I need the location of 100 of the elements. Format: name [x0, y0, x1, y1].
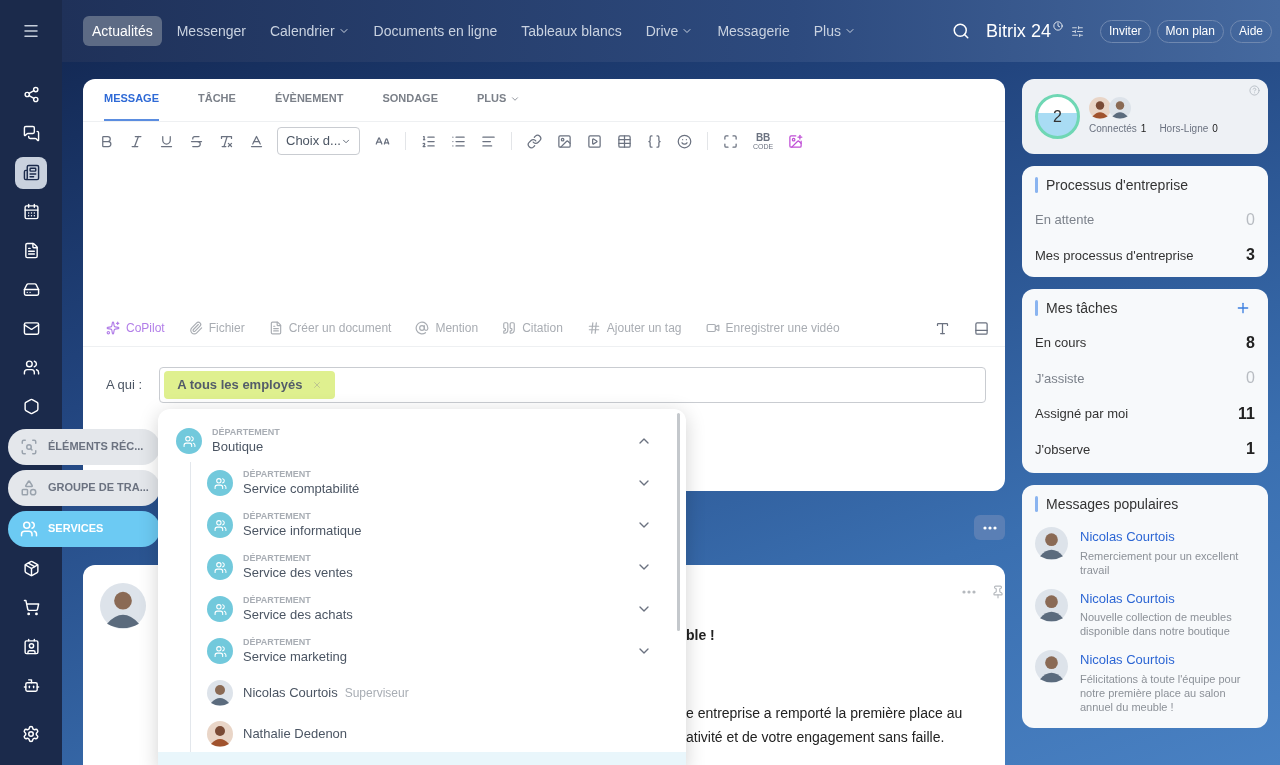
- online-count: 1: [1140, 122, 1147, 136]
- row-count: 1: [1246, 439, 1255, 460]
- people-icon: [22, 359, 40, 376]
- link-icon[interactable]: [527, 133, 542, 149]
- text-format-icon[interactable]: [935, 320, 950, 336]
- row-label[interactable]: J'assiste: [1035, 368, 1085, 388]
- person-role: Superviseur: [344, 684, 409, 702]
- bold-icon[interactable]: [99, 133, 114, 149]
- department-row[interactable]: DÉPARTEMENT Service des ventes: [207, 546, 678, 588]
- sidebar-pill[interactable]: GROUPE DE TRA...: [8, 469, 160, 506]
- author-link[interactable]: Nicolas Courtois: [1080, 527, 1255, 547]
- row-label[interactable]: Assigné par moi: [1035, 404, 1129, 424]
- author-link[interactable]: Nicolas Courtois: [1080, 650, 1255, 670]
- nav-tab[interactable]: Drive: [636, 16, 703, 46]
- paperclip-icon: [188, 321, 203, 335]
- scrollbar[interactable]: [677, 413, 680, 631]
- department-icon: [207, 512, 233, 538]
- sidebar-item[interactable]: [15, 156, 47, 189]
- pin-icon[interactable]: [991, 585, 1006, 599]
- nav-tab[interactable]: Messenger: [167, 16, 255, 46]
- row-label[interactable]: En attente: [1035, 210, 1095, 230]
- nav-tab[interactable]: Plus: [804, 16, 865, 46]
- department-row[interactable]: DÉPARTEMENT Service des achats: [207, 588, 678, 630]
- sidebar-pill[interactable]: ÉLÉMENTS RÉC...: [8, 428, 160, 465]
- clock-icon: [1052, 21, 1063, 31]
- search-icon[interactable]: [951, 22, 970, 40]
- row-label[interactable]: Mes processus d'entreprise: [1035, 245, 1194, 265]
- message-preview[interactable]: Nouvelle collection de meubles disponible dans notre boutique: [1080, 610, 1255, 638]
- bullet-list-icon[interactable]: [451, 133, 466, 149]
- numbered-list-icon[interactable]: [421, 133, 436, 149]
- row-caption: DÉPARTEMENT: [212, 427, 281, 439]
- cart-icon: [22, 599, 40, 616]
- sliders-icon[interactable]: [1070, 24, 1084, 38]
- post-text: ativité et de votre engagement sans faille.: [686, 728, 946, 747]
- recipients-field[interactable]: A tous les employés: [159, 367, 986, 403]
- hash-icon: [586, 321, 601, 335]
- add-icon[interactable]: [1235, 300, 1251, 316]
- nav-tab[interactable]: Messagerie: [708, 16, 799, 46]
- person-row[interactable]: Nicolas Courtois Superviseur: [207, 672, 678, 713]
- message-preview[interactable]: Remerciement pour un excellent travail: [1080, 548, 1255, 577]
- nav-tab[interactable]: Tableaux blancs: [512, 16, 631, 46]
- recipient-chip[interactable]: A tous les employés: [164, 371, 336, 399]
- panel-icon[interactable]: [974, 320, 989, 336]
- composer-tab[interactable]: ÉVÈNEMENT: [274, 78, 344, 121]
- align-left-icon[interactable]: [481, 133, 496, 149]
- department-row[interactable]: DÉPARTEMENT Service informatique: [207, 504, 678, 546]
- avatar: [100, 583, 146, 629]
- row-label[interactable]: J'observe: [1035, 439, 1091, 459]
- composer-tab[interactable]: TÂCHE: [198, 78, 236, 121]
- department-icon: [207, 554, 233, 580]
- composer-tab[interactable]: MESSAGE: [104, 78, 159, 121]
- offline-count: 0: [1212, 122, 1218, 136]
- image-icon[interactable]: [557, 133, 572, 149]
- nav-tab[interactable]: Calendrier: [260, 16, 359, 46]
- department-row[interactable]: DÉPARTEMENT Boutique: [176, 420, 678, 462]
- row-label[interactable]: En cours: [1035, 333, 1087, 353]
- message-preview[interactable]: Félicitations à toute l'équipe pour notre première place au salon annuel du meuble !: [1080, 671, 1255, 714]
- composer-action[interactable]: CoPilot: [106, 319, 165, 337]
- table-icon[interactable]: [617, 133, 632, 149]
- author-link[interactable]: Nicolas Courtois: [1080, 588, 1255, 608]
- code-icon[interactable]: [647, 133, 662, 149]
- emoji-icon[interactable]: [677, 133, 692, 149]
- department-row[interactable]: DÉPARTEMENT Service marketing: [207, 630, 678, 672]
- row-caption: DÉPARTEMENT: [243, 469, 312, 481]
- underline-icon[interactable]: [159, 133, 174, 149]
- fullscreen-icon[interactable]: [723, 133, 738, 149]
- online-counter: 2: [1035, 94, 1080, 139]
- more-icon[interactable]: [982, 525, 997, 530]
- composer-tab[interactable]: PLUS: [477, 78, 521, 121]
- avatar: [1035, 650, 1068, 683]
- department-row[interactable]: DÉPARTEMENT Service comptabilité: [207, 462, 678, 504]
- clear-format-icon[interactable]: [219, 133, 234, 149]
- video-play-icon[interactable]: [587, 133, 602, 149]
- image-sparkle-icon[interactable]: [788, 133, 804, 149]
- more-button[interactable]: [974, 515, 1005, 540]
- online-label: Connectés: [1089, 122, 1137, 136]
- menu-icon[interactable]: [22, 22, 40, 40]
- text-color-icon[interactable]: [249, 133, 264, 149]
- document-icon: [22, 242, 40, 259]
- avatar: [207, 720, 233, 747]
- department-icon: [207, 596, 233, 622]
- row-count: 3: [1246, 245, 1255, 266]
- search-list-icon: [20, 437, 38, 456]
- widget-title: Messages populaires: [1046, 494, 1179, 514]
- composer-tab[interactable]: SONDAGE: [382, 78, 438, 121]
- row-caption: DÉPARTEMENT: [243, 595, 312, 607]
- nav-tab[interactable]: Actualités: [83, 16, 162, 46]
- contact-card-icon: [22, 638, 40, 655]
- department-icon: [176, 428, 202, 454]
- font-select[interactable]: Choix d...: [277, 127, 360, 155]
- avatar: [1035, 588, 1068, 622]
- row-count: 0: [1246, 368, 1255, 389]
- avatar: [207, 679, 233, 706]
- post-title: ble !: [686, 626, 716, 645]
- person-row[interactable]: Nathalie Dedenon: [207, 713, 678, 754]
- post-text: e entreprise a remporté la première place au: [686, 704, 963, 723]
- strikethrough-icon[interactable]: [189, 133, 204, 149]
- nav-tab[interactable]: Documents en ligne: [364, 16, 507, 46]
- italic-icon[interactable]: [129, 133, 144, 149]
- settings-icon[interactable]: [22, 724, 40, 743]
